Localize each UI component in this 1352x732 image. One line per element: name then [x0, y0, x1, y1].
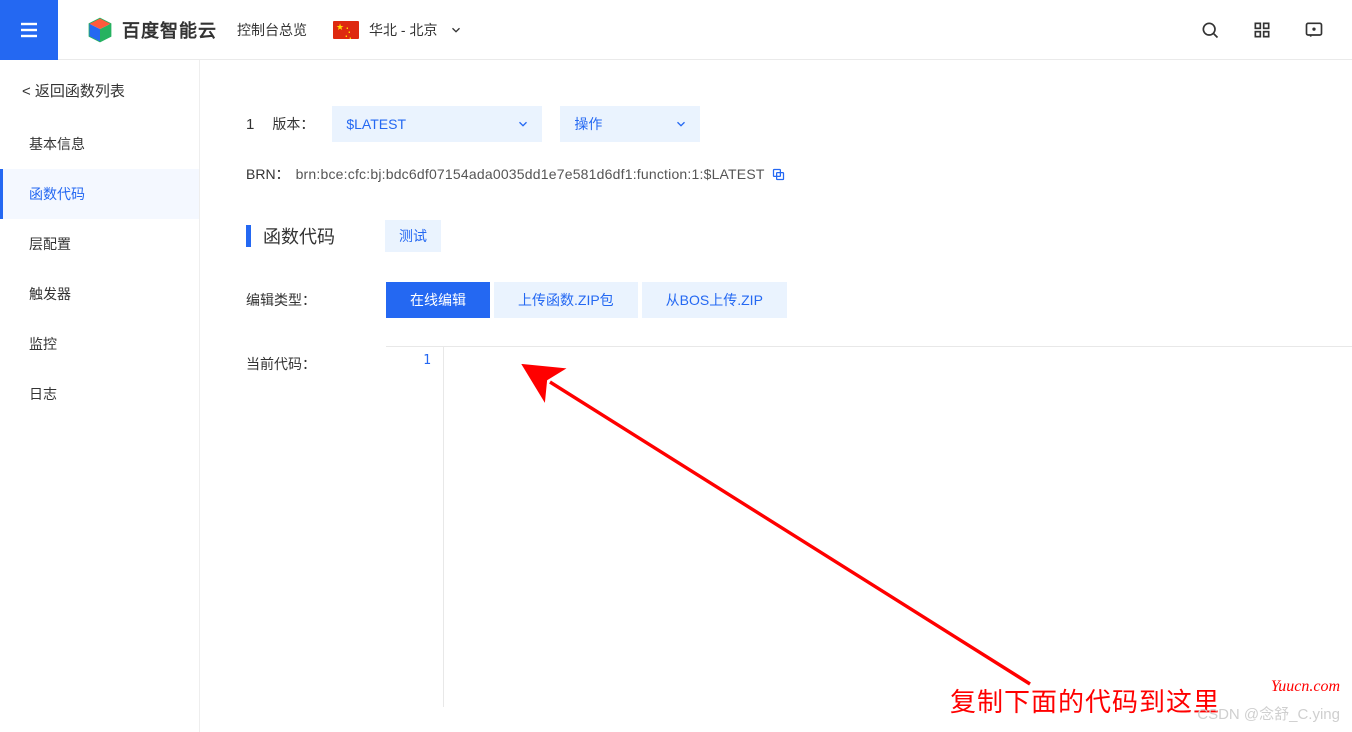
section-title: 函数代码: [263, 223, 335, 249]
section-head: 函数代码 测试: [246, 220, 1352, 252]
current-code-label: 当前代码：: [246, 346, 386, 374]
current-code-row: 当前代码： 1: [246, 346, 1352, 707]
sidebar-item-layer-config[interactable]: 层配置: [0, 219, 199, 269]
search-icon[interactable]: [1200, 20, 1220, 40]
actions-select[interactable]: 操作: [560, 106, 700, 142]
chat-icon[interactable]: [1304, 20, 1324, 40]
region-text: 华北 - 北京: [369, 20, 437, 40]
code-text-area[interactable]: [444, 347, 1352, 707]
segment-bos-zip[interactable]: 从BOS上传.ZIP: [642, 282, 787, 318]
brand-text: 百度智能云: [122, 17, 217, 43]
test-button[interactable]: 测试: [385, 220, 441, 252]
top-header: 百度智能云 控制台总览 华北 - 北京: [0, 0, 1352, 60]
brn-row: BRN： brn:bce:cfc:bj:bdc6df07154ada0035dd…: [246, 164, 1352, 184]
section-accent-bar: [246, 225, 251, 247]
body-layout: < 返回函数列表 基本信息 函数代码 层配置 触发器 监控 日志 1 版本： $…: [0, 60, 1352, 732]
version-number: 1: [246, 116, 254, 133]
header-right-icons: [1200, 20, 1338, 40]
version-select[interactable]: $LATEST: [332, 106, 542, 142]
brand-logo[interactable]: 百度智能云: [86, 16, 217, 44]
hamburger-icon: [17, 18, 41, 42]
chevron-down-icon: [516, 117, 530, 131]
code-editor[interactable]: 1: [386, 346, 1352, 707]
sidebar-item-basic-info[interactable]: 基本信息: [0, 119, 199, 169]
region-selector[interactable]: 华北 - 北京: [333, 20, 463, 40]
edit-type-label: 编辑类型：: [246, 290, 386, 310]
apps-grid-icon[interactable]: [1252, 20, 1272, 40]
brn-label: BRN：: [246, 164, 290, 184]
hamburger-menu-button[interactable]: [0, 0, 58, 60]
sidebar-item-triggers[interactable]: 触发器: [0, 269, 199, 319]
segment-upload-zip[interactable]: 上传函数.ZIP包: [494, 282, 638, 318]
section-title-wrap: 函数代码: [246, 223, 335, 249]
china-flag-icon: [333, 21, 359, 39]
chevron-down-icon: [449, 23, 463, 37]
brn-value: brn:bce:cfc:bj:bdc6df07154ada0035dd1e7e5…: [296, 166, 765, 182]
sidebar-item-monitoring[interactable]: 监控: [0, 319, 199, 369]
line-number: 1: [386, 353, 431, 368]
main-content: 1 版本： $LATEST 操作 BRN： brn:bce:cfc:bj:bdc…: [200, 60, 1352, 732]
sidebar-item-function-code[interactable]: 函数代码: [0, 169, 199, 219]
back-to-function-list[interactable]: < 返回函数列表: [0, 60, 199, 119]
version-label: 版本：: [272, 114, 314, 134]
actions-select-label: 操作: [574, 114, 602, 134]
chevron-down-icon: [674, 117, 688, 131]
sidebar-item-logs[interactable]: 日志: [0, 369, 199, 419]
segment-online-edit[interactable]: 在线编辑: [386, 282, 490, 318]
copy-icon[interactable]: [771, 167, 786, 182]
edit-type-segments: 在线编辑 上传函数.ZIP包 从BOS上传.ZIP: [386, 282, 787, 318]
edit-type-row: 编辑类型： 在线编辑 上传函数.ZIP包 从BOS上传.ZIP: [246, 282, 1352, 318]
line-number-gutter: 1: [386, 347, 444, 707]
version-select-value: $LATEST: [346, 116, 406, 132]
sidebar: < 返回函数列表 基本信息 函数代码 层配置 触发器 监控 日志: [0, 60, 200, 732]
console-overview-label[interactable]: 控制台总览: [237, 20, 307, 40]
cube-logo-icon: [86, 16, 114, 44]
version-row: 1 版本： $LATEST 操作: [246, 106, 1352, 142]
